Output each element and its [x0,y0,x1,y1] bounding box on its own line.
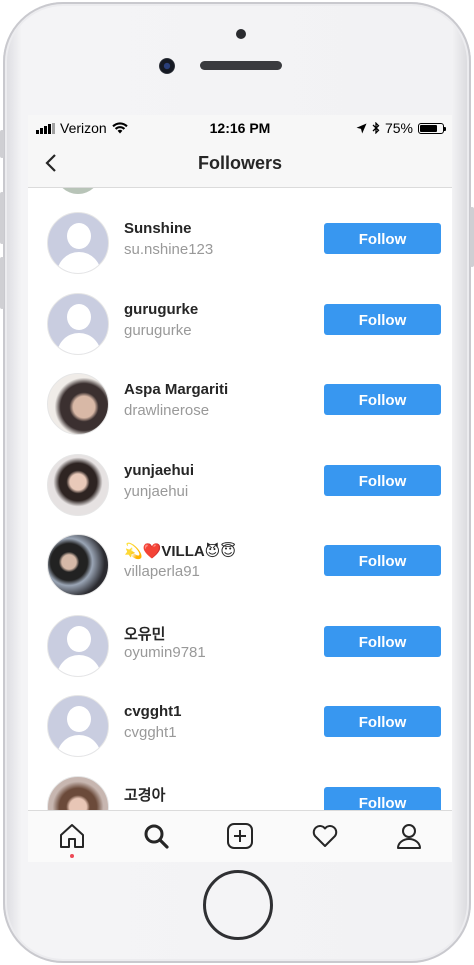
add-post-icon[interactable] [225,821,255,851]
status-bar: Verizon 12:16 PM 75% [28,115,452,141]
follower-handle: cvgght1 [124,724,177,741]
follower-handle: gurugurke [124,322,192,339]
follow-button[interactable]: Follow [324,626,441,657]
follower-name[interactable]: 💫❤️VILLA😈😇 [124,542,236,560]
avatar[interactable] [47,534,109,596]
earpiece-speaker [200,61,282,70]
system-indicators: 75% [356,120,446,136]
home-icon[interactable] [57,821,87,851]
phone-frame: Verizon 12:16 PM 75% Followers Sunshine … [0,2,474,963]
avatar[interactable] [47,615,109,677]
proximity-sensor [236,29,246,39]
list-item[interactable]: gurugurke gurugurke Follow [28,285,452,365]
page-title: Followers [197,153,282,173]
avatar[interactable] [47,293,109,355]
location-arrow-icon [356,123,367,133]
navigation-bar: Followers [28,141,452,188]
avatar[interactable] [47,373,109,435]
follower-name[interactable]: yunjaehui [124,462,194,479]
screen: Verizon 12:16 PM 75% Followers Sunshine … [28,115,452,862]
activity-heart-icon[interactable] [310,821,340,851]
follow-button[interactable]: Follow [324,384,441,415]
follower-name[interactable]: Sunshine [124,220,192,237]
follower-name[interactable]: cvgght1 [124,703,182,720]
bluetooth-icon [372,122,380,134]
list-item[interactable]: 오유민 oyumin9781 Follow [28,607,452,687]
list-item[interactable]: Aspa Margariti drawlinerose Follow [28,365,452,445]
mute-switch [0,130,4,158]
follow-button[interactable]: Follow [324,223,441,254]
follow-button[interactable]: Follow [324,304,441,335]
home-button[interactable] [203,870,273,940]
avatar[interactable] [55,188,101,194]
notification-dot [70,854,74,858]
follower-name[interactable]: gurugurke [124,301,198,318]
avatar[interactable] [47,695,109,757]
battery-percent: 75% [384,120,413,136]
search-icon[interactable] [141,821,171,851]
follow-button[interactable]: Follow [324,545,441,576]
followers-list[interactable]: Sunshine su.nshine123 Follow gurugurke g… [28,188,452,810]
list-item[interactable]: yunjaehui yunjaehui Follow [28,446,452,526]
follower-handle: drawlinerose [124,402,210,419]
follower-handle: su.nshine123 [124,241,214,258]
profile-icon[interactable] [394,821,424,851]
follower-handle: villaperla91 [124,563,200,580]
follow-button[interactable]: Follow [324,787,441,810]
follower-name[interactable]: 오유민 [124,623,165,644]
list-item[interactable]: 고경아 Follow [28,768,452,810]
power-button [470,207,474,267]
avatar[interactable] [47,454,109,516]
list-item[interactable]: Sunshine su.nshine123 Follow [28,204,452,284]
list-item[interactable]: cvgght1 cvgght1 Follow [28,687,452,767]
avatar[interactable] [47,776,109,810]
front-camera [159,58,175,74]
battery-icon [418,122,446,134]
follower-name[interactable]: 고경아 [124,784,165,805]
follower-handle: yunjaehui [124,483,189,500]
volume-up-button [0,192,4,244]
list-item[interactable]: 💫❤️VILLA😈😇 villaperla91 Follow [28,526,452,606]
tab-bar [28,810,452,862]
follow-button[interactable]: Follow [324,706,441,737]
follower-name[interactable]: Aspa Margariti [124,381,228,398]
follow-button[interactable]: Follow [324,465,441,496]
avatar[interactable] [47,212,109,274]
volume-down-button [0,257,4,309]
follower-handle: oyumin9781 [124,644,206,661]
